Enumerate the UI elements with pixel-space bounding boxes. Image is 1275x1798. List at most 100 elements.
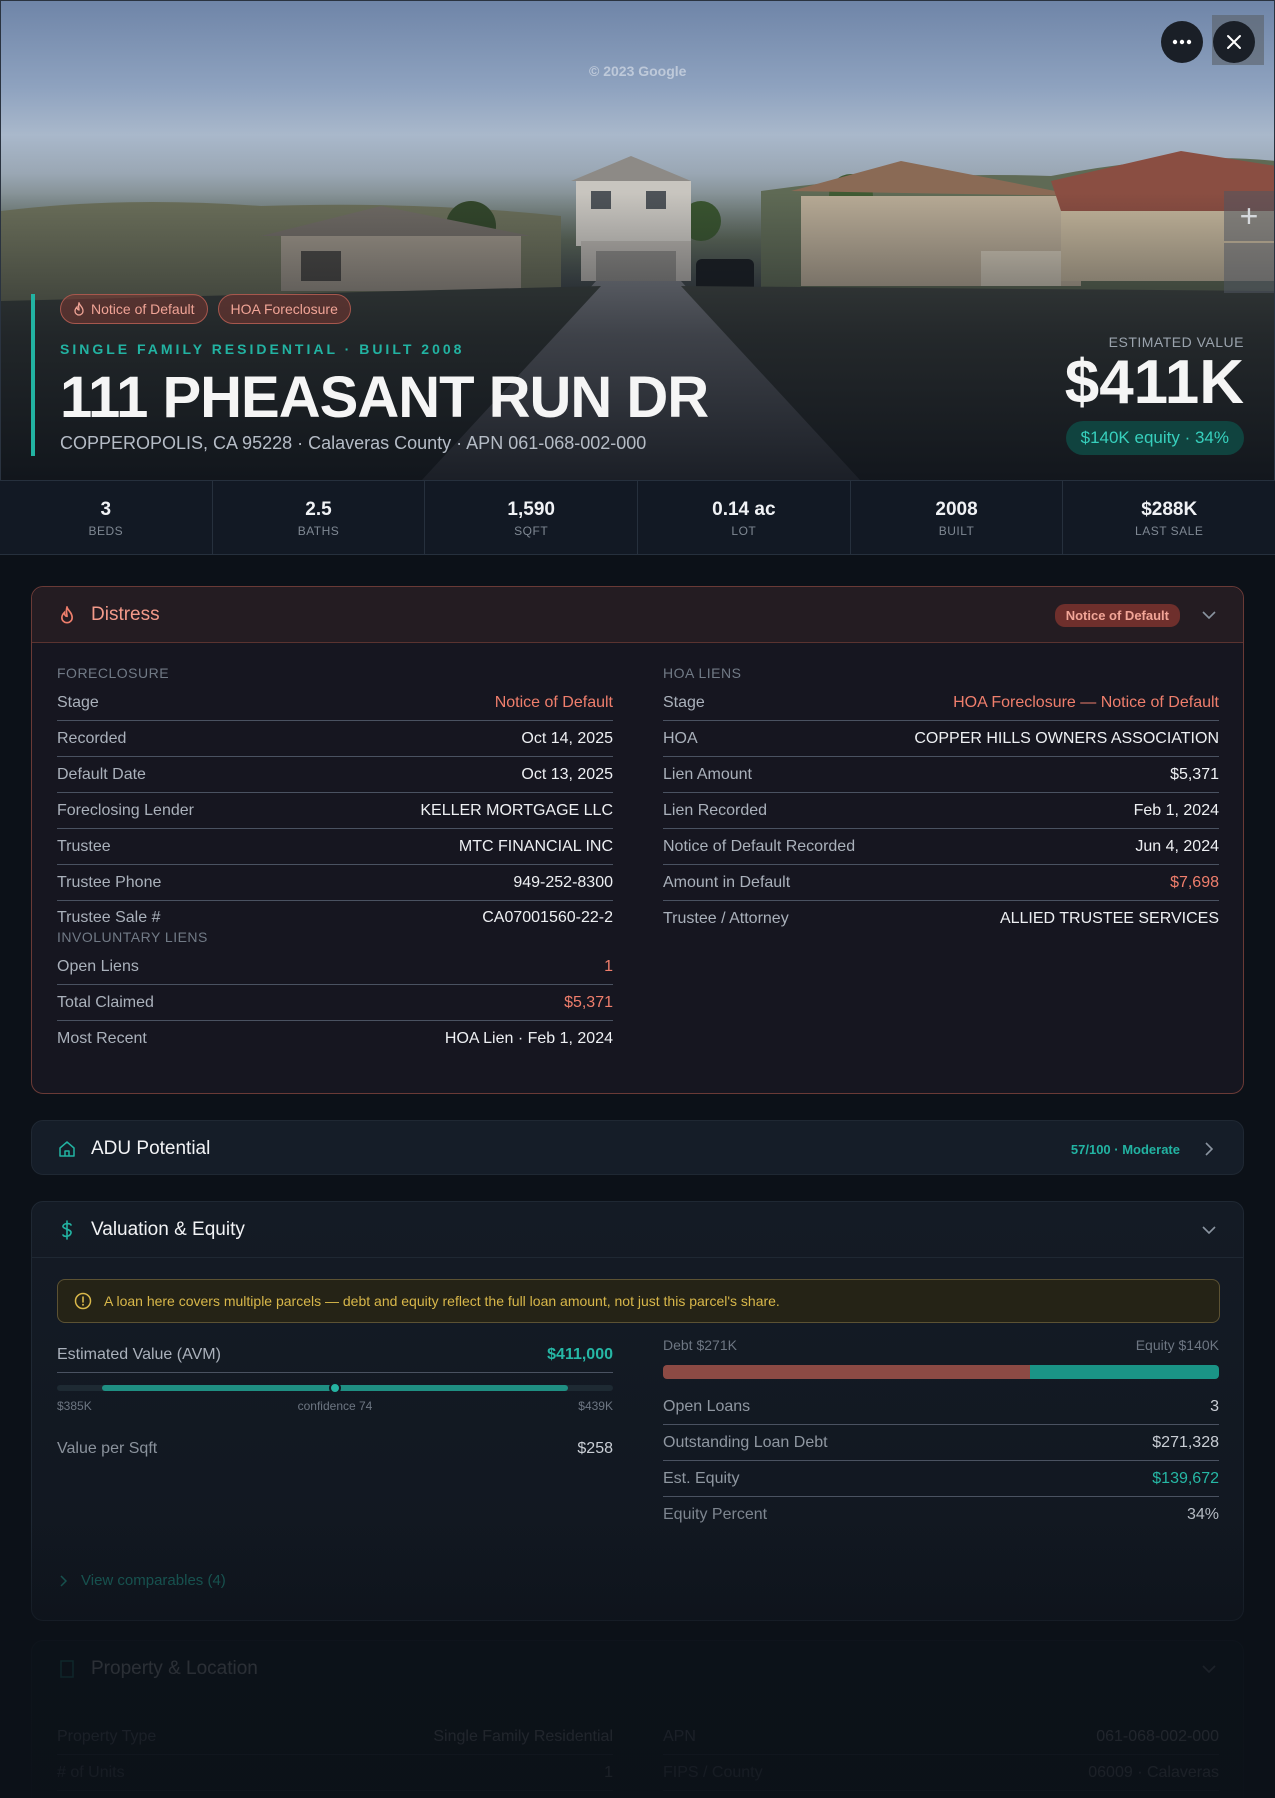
property-location-card: Property & Location Property Type Single …: [31, 1640, 1244, 1798]
row-value: $5,371: [1170, 765, 1219, 783]
row-value: $139,672: [1152, 1469, 1219, 1487]
range-low: $385K: [57, 1399, 92, 1413]
table-row: Default Date Oct 13, 2025: [57, 757, 613, 793]
row-key: Stage: [57, 693, 99, 711]
street-view-hero: © 2023 Google + Notice of Default HOA Fo…: [0, 0, 1275, 480]
stat-label: LOT: [731, 524, 757, 538]
row-value: Oct 13, 2025: [521, 765, 613, 783]
table-row: Stage Notice of Default: [57, 685, 613, 721]
stat-value: 0.14 ac: [712, 499, 776, 520]
hoa-liens-column: HOA LIENS Stage HOA Foreclosure — Notice …: [663, 665, 1219, 1057]
distress-title: Distress: [91, 603, 160, 625]
distress-header[interactable]: Distress Notice of Default: [32, 587, 1243, 643]
confidence-range-bar: [57, 1382, 613, 1394]
avm-column: Estimated Value (AVM) $411,000 $385K conf…: [57, 1337, 613, 1533]
estimate-marker: [329, 1382, 341, 1394]
row-value: 3: [1210, 1397, 1219, 1415]
table-row: FIPS / County 06009 · Calaveras: [663, 1755, 1219, 1791]
row-value: Feb 1, 2024: [1133, 801, 1219, 819]
row-key: Lien Amount: [663, 765, 752, 783]
row-key: Trustee Phone: [57, 873, 162, 891]
table-row: Lien Recorded Feb 1, 2024: [663, 793, 1219, 829]
zoom-out-button[interactable]: [1224, 243, 1274, 293]
multi-parcel-notice: A loan here covers multiple parcels — de…: [57, 1279, 1220, 1323]
table-row: Notice of Default Recorded Jun 4, 2024: [663, 829, 1219, 865]
row-key: Notice of Default Recorded: [663, 837, 856, 855]
foreclosure-column: FORECLOSURE Stage Notice of Default Recor…: [57, 665, 613, 1057]
status-badges: Notice of Default HOA Foreclosure: [60, 294, 771, 324]
debt-equity-column: Debt $271K Equity $140K Open Loans 3 Outs…: [663, 1337, 1219, 1533]
flame-icon: [57, 605, 77, 625]
row-value: Oct 14, 2025: [521, 729, 613, 747]
close-button[interactable]: [1213, 21, 1255, 63]
distress-status-badge: Notice of Default: [1054, 603, 1180, 627]
property-title: Property & Location: [91, 1658, 258, 1679]
equity-segment: [1029, 1365, 1219, 1379]
home-icon: [57, 1139, 77, 1159]
row-key: Property Type: [57, 1727, 157, 1745]
table-row: Est. Equity $139,672: [663, 1461, 1219, 1497]
stat-sqft: 1,590 SQFT: [425, 481, 639, 554]
table-row: Trustee / Attorney ALLIED TRUSTEE SERVICE…: [663, 901, 1219, 937]
table-row: Open Liens 1: [57, 949, 613, 985]
property-header[interactable]: Property & Location: [32, 1641, 1243, 1697]
row-key: Trustee Sale #: [57, 909, 161, 926]
debt-label: Debt $271K: [663, 1337, 737, 1353]
notice-of-default-badge: Notice of Default: [60, 294, 208, 324]
valuation-equity-card: Valuation & Equity A loan here covers mu…: [31, 1201, 1244, 1621]
equity-pill: $140K equity · 34%: [1065, 421, 1244, 455]
table-row: APN 061-068-002-000: [663, 1719, 1219, 1755]
row-key: Most Recent: [57, 1030, 147, 1047]
confidence-labels: $385K confidence 74 $439K: [57, 1399, 613, 1413]
adu-header[interactable]: ADU Potential 57/100 · Moderate: [32, 1121, 1243, 1177]
table-row: Value per Sqft $258: [57, 1431, 613, 1467]
adu-title: ADU Potential: [91, 1138, 211, 1159]
chevron-down-icon[interactable]: [1200, 1221, 1218, 1239]
distress-header-right: Notice of Default: [1054, 587, 1218, 643]
valuation-title: Valuation & Equity: [91, 1218, 245, 1240]
row-value: Jun 4, 2024: [1135, 837, 1219, 855]
valuation-header[interactable]: Valuation & Equity: [32, 1202, 1243, 1258]
avm-label: Estimated Value (AVM): [57, 1345, 221, 1363]
row-value: $271,328: [1152, 1433, 1219, 1451]
table-row: # of Units 1: [57, 1755, 613, 1791]
row-key: FIPS / County: [663, 1763, 763, 1781]
stat-label: SQFT: [514, 524, 549, 538]
row-value: 1: [604, 1763, 613, 1781]
row-value: 1: [604, 957, 613, 975]
stat-label: BUILT: [938, 524, 975, 538]
row-key: Total Claimed: [57, 993, 154, 1011]
chevron-down-icon[interactable]: [1200, 606, 1218, 624]
stat-baths: 2.5 BATHS: [213, 481, 426, 554]
row-value: CA07001560-22-2: [482, 909, 613, 926]
row-key: Open Liens: [57, 957, 139, 975]
debt-segment: [663, 1365, 1030, 1379]
view-comparables-link[interactable]: View comparables (4): [60, 1572, 226, 1589]
adu-potential-card[interactable]: ADU Potential 57/100 · Moderate: [31, 1120, 1244, 1175]
valuation-columns: Estimated Value (AVM) $411,000 $385K conf…: [57, 1337, 1220, 1533]
more-button[interactable]: [1161, 21, 1203, 63]
chevron-down-icon[interactable]: [1200, 1660, 1218, 1678]
chevron-right-icon: [60, 1574, 67, 1587]
property-right-column: APN 061-068-002-000 FIPS / County 06009 · …: [663, 1719, 1219, 1791]
table-row: Amount in Default $7,698: [663, 865, 1219, 901]
stat-value: 1,590: [507, 499, 555, 520]
adu-header-right: 57/100 · Moderate: [1071, 1121, 1218, 1177]
stat-value: 2.5: [305, 499, 332, 520]
row-key: Stage: [663, 693, 705, 711]
table-row: Open Loans 3: [663, 1389, 1219, 1425]
row-key: Outstanding Loan Debt: [663, 1433, 828, 1451]
range-high: $439K: [578, 1399, 613, 1413]
property-header-right: [1200, 1641, 1218, 1697]
stat-label: BEDS: [88, 524, 124, 538]
comparables-label: View comparables (4): [81, 1572, 226, 1589]
zoom-in-button[interactable]: +: [1224, 191, 1274, 241]
table-row: HOA COPPER HILLS OWNERS ASSOCIATION: [663, 721, 1219, 757]
more-horizontal-icon: [1172, 39, 1192, 45]
chevron-right-icon[interactable]: [1200, 1140, 1218, 1158]
row-key: Equity Percent: [663, 1506, 768, 1523]
row-value: $5,371: [564, 993, 613, 1011]
table-row: Outstanding Loan Debt $271,328: [663, 1425, 1219, 1461]
table-row: Trustee Phone 949-252-8300: [57, 865, 613, 901]
row-value: $258: [577, 1440, 613, 1457]
